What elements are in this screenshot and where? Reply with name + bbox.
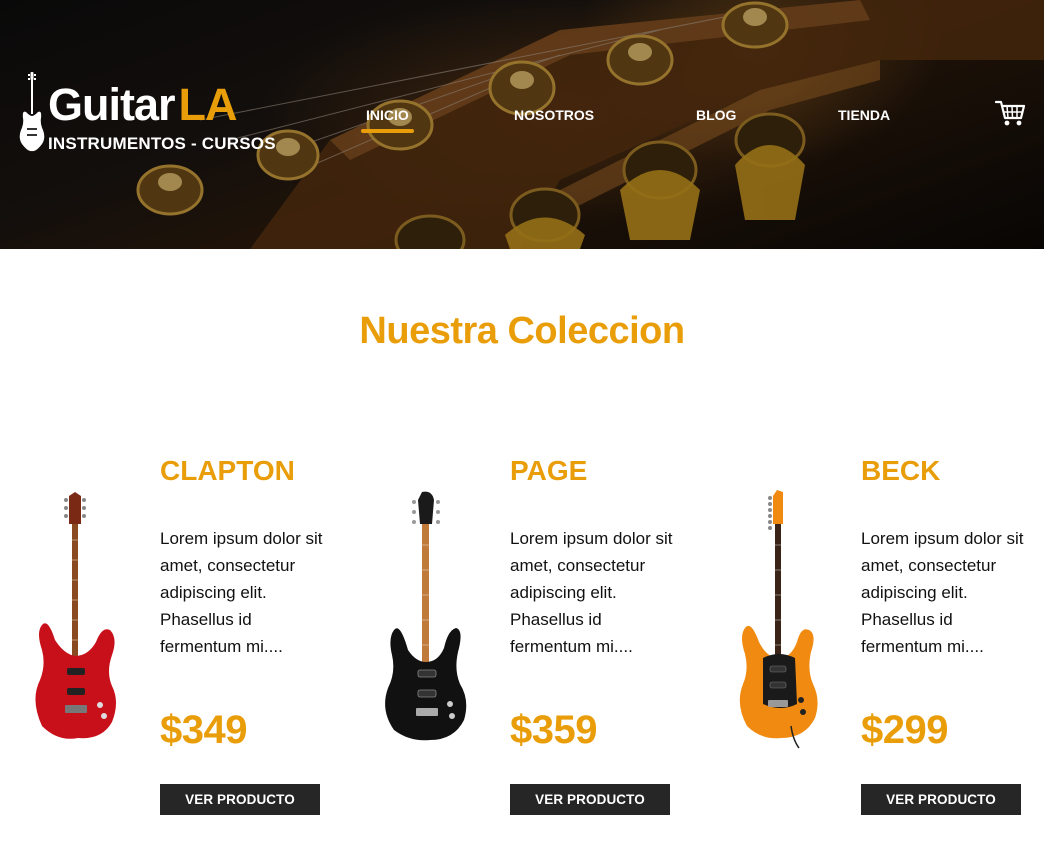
- collection-title: Nuestra Coleccion: [359, 310, 685, 352]
- guitar-image-clapton[interactable]: [20, 490, 130, 750]
- site-logo[interactable]: GuitarLA INSTRUMENTOS - CURSOS: [18, 72, 278, 154]
- guitar-image-beck[interactable]: [721, 490, 831, 750]
- product-name: PAGE: [510, 455, 588, 486]
- product-info: BECK Lorem ipsum dolor sit amet, consect…: [861, 450, 1041, 815]
- product-description: Lorem ipsum dolor sit amet, consectetur …: [510, 529, 673, 656]
- guitar-logo-icon: [19, 72, 45, 152]
- nav-link-inicio[interactable]: INICIO: [361, 107, 414, 133]
- product-name: BECK: [861, 455, 941, 486]
- product-price: $359: [510, 708, 597, 752]
- product-card: BECK Lorem ipsum dolor sit amet, consect…: [721, 450, 1044, 830]
- brand-accent: LA: [178, 79, 238, 130]
- product-card: PAGE Lorem ipsum dolor sit amet, consect…: [370, 450, 710, 830]
- product-price: $299: [861, 708, 948, 752]
- view-product-button[interactable]: VER PRODUCTO: [510, 784, 670, 815]
- product-description: Lorem ipsum dolor sit amet, consectetur …: [861, 529, 1024, 656]
- brand-primary: Guitar: [48, 79, 176, 130]
- site-header: GuitarLA INSTRUMENTOS - CURSOS INICIO NO…: [0, 0, 1044, 249]
- nav-link-blog[interactable]: BLOG: [696, 107, 736, 123]
- product-info: PAGE Lorem ipsum dolor sit amet, consect…: [510, 450, 690, 815]
- product-description: Lorem ipsum dolor sit amet, consectetur …: [160, 529, 323, 656]
- brand-tagline: INSTRUMENTOS - CURSOS: [48, 134, 276, 153]
- nav-link-tienda[interactable]: TIENDA: [838, 107, 890, 123]
- guitar-image-page[interactable]: [370, 490, 480, 750]
- product-card: CLAPTON Lorem ipsum dolor sit amet, cons…: [20, 450, 360, 830]
- shopping-cart-icon[interactable]: [995, 100, 1025, 127]
- product-info: CLAPTON Lorem ipsum dolor sit amet, cons…: [160, 450, 340, 815]
- view-product-button[interactable]: VER PRODUCTO: [861, 784, 1021, 815]
- product-name: CLAPTON: [160, 455, 295, 486]
- view-product-button[interactable]: VER PRODUCTO: [160, 784, 320, 815]
- brand-name: GuitarLA: [48, 79, 238, 130]
- nav-link-nosotros[interactable]: NOSOTROS: [514, 107, 594, 123]
- product-price: $349: [160, 708, 247, 752]
